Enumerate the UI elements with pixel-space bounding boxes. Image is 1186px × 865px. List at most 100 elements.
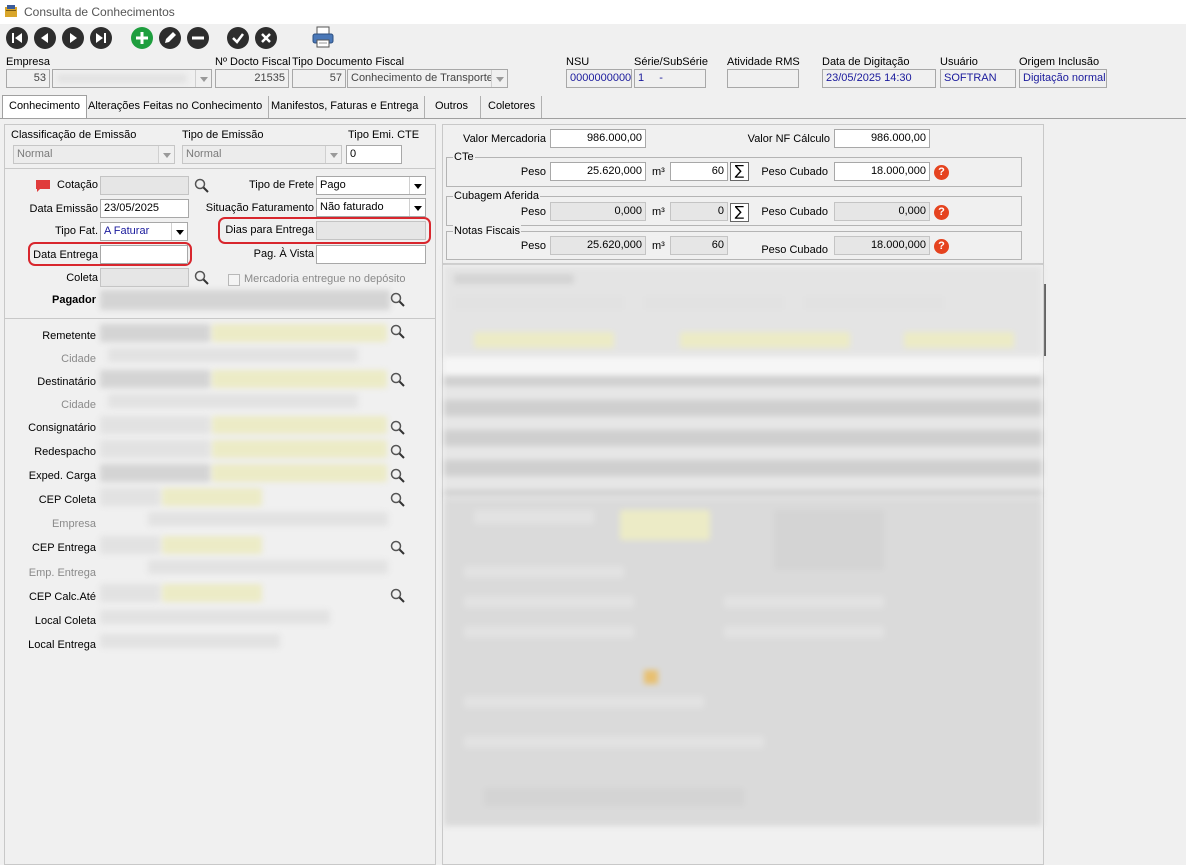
cte-m3-field[interactable]: 60 xyxy=(670,162,728,181)
comment-icon[interactable] xyxy=(36,180,50,192)
classif-label: Classificação de Emissão xyxy=(11,129,137,141)
cidade-remetente-label: Cidade xyxy=(61,353,96,365)
empresa-name-dropdown[interactable] xyxy=(52,69,212,88)
redacted-block xyxy=(100,536,160,554)
cub-peso-cubado-field[interactable]: 0,000 xyxy=(834,202,930,221)
local-coleta-label: Local Coleta xyxy=(34,615,96,627)
coleta-field[interactable] xyxy=(100,268,189,287)
consignatario-search-icon[interactable] xyxy=(390,420,406,436)
tipo-doc-dropdown[interactable]: Conhecimento de Transporte xyxy=(347,69,508,88)
delete-button[interactable] xyxy=(187,27,209,49)
nf-m3-field[interactable]: 60 xyxy=(670,236,728,255)
dias-entrega-field[interactable] xyxy=(316,221,426,240)
subserie-value: - xyxy=(659,72,663,84)
redacted-block xyxy=(620,510,710,540)
print-icon[interactable] xyxy=(311,25,335,49)
origem-field[interactable]: Digitação normal xyxy=(1019,69,1107,88)
help-icon[interactable]: ? xyxy=(934,239,949,254)
data-emissao-field[interactable]: 23/05/2025 xyxy=(100,199,189,218)
redacted-block xyxy=(804,296,944,310)
tipo-emissao-dropdown[interactable]: Normal xyxy=(182,145,342,164)
nf-peso-label: Peso xyxy=(520,240,546,252)
data-entrega-field[interactable] xyxy=(100,245,188,264)
app-icon xyxy=(4,4,18,18)
redacted-block xyxy=(212,440,387,458)
last-record-button[interactable] xyxy=(90,27,112,49)
data-digitacao-field[interactable]: 23/05/2025 14:30 xyxy=(822,69,936,88)
cep-entrega-label: CEP Entrega xyxy=(31,542,96,554)
cte-peso-cubado-label: Peso Cubado xyxy=(761,166,828,178)
serie-field[interactable]: 1 - xyxy=(634,69,706,88)
cotacao-field[interactable] xyxy=(100,176,189,195)
usuario-field[interactable]: SOFTRAN xyxy=(940,69,1016,88)
search-icon[interactable] xyxy=(194,178,210,194)
tipo-doc-code-field[interactable]: 57 xyxy=(292,69,346,88)
redacted-block xyxy=(464,696,704,708)
usuario-label: Usuário xyxy=(940,56,978,68)
tab-coletores[interactable]: Coletores xyxy=(482,96,543,118)
redespacho-search-icon[interactable] xyxy=(390,444,406,460)
tab-conhecimento[interactable]: Conhecimento xyxy=(2,95,87,118)
valor-nf-field[interactable]: 986.000,00 xyxy=(834,129,930,148)
previous-record-button[interactable] xyxy=(34,27,56,49)
cub-m3-label: m³ xyxy=(652,206,665,218)
first-record-button[interactable] xyxy=(6,27,28,49)
cte-sum-button[interactable]: ∑ xyxy=(730,162,749,181)
situacao-label: Situação Faturamento xyxy=(205,202,314,214)
tipo-emi-cte-field[interactable]: 0 xyxy=(346,145,402,164)
redespacho-label: Redespacho xyxy=(34,446,96,458)
tab-manifestos[interactable]: Manifestos, Faturas e Entrega xyxy=(265,96,426,118)
classif-dropdown[interactable]: Normal xyxy=(13,145,175,164)
tab-outros[interactable]: Outros xyxy=(426,96,481,118)
nf-peso-cubado-field[interactable]: 18.000,000 xyxy=(834,236,930,255)
remetente-search-icon[interactable] xyxy=(390,324,406,340)
cte-peso-cubado-field[interactable]: 18.000,000 xyxy=(834,162,930,181)
cancel-button[interactable] xyxy=(255,27,277,49)
search-icon[interactable] xyxy=(194,270,210,286)
num-docto-field[interactable]: 21535 xyxy=(215,69,289,88)
search-icon[interactable] xyxy=(390,292,406,308)
confirm-button[interactable] xyxy=(227,27,249,49)
valor-mercadoria-field[interactable]: 986.000,00 xyxy=(550,129,646,148)
nf-peso-field[interactable]: 25.620,000 xyxy=(550,236,646,255)
help-icon[interactable]: ? xyxy=(934,165,949,180)
cidade-destinatario-label: Cidade xyxy=(61,399,96,411)
window-title: Consulta de Conhecimentos xyxy=(24,5,175,19)
atividade-field[interactable] xyxy=(727,69,799,88)
remetente-label: Remetente xyxy=(42,330,96,342)
tab-alteracoes[interactable]: Alterações Feitas no Conhecimento xyxy=(82,96,270,118)
cub-peso-field[interactable]: 0,000 xyxy=(550,202,646,221)
situacao-dropdown[interactable]: Não faturado xyxy=(316,198,426,217)
destinatario-search-icon[interactable] xyxy=(390,372,406,388)
nf-peso-cubado-label: Peso Cubado xyxy=(761,244,828,256)
redacted-block xyxy=(100,584,160,602)
next-record-button[interactable] xyxy=(62,27,84,49)
redacted-block xyxy=(444,416,1042,430)
nsu-field[interactable]: 0000000000 xyxy=(566,69,632,88)
cep-entrega-search-icon[interactable] xyxy=(390,540,406,556)
pag-vista-field[interactable] xyxy=(316,245,426,264)
help-icon[interactable]: ? xyxy=(934,205,949,220)
redacted-block xyxy=(464,566,624,578)
cub-sum-button[interactable]: ∑ xyxy=(730,203,749,222)
cte-peso-field[interactable]: 25.620,000 xyxy=(550,162,646,181)
cubagem-group-title: Cubagem Aferida xyxy=(453,190,540,202)
classif-value: Normal xyxy=(17,148,53,160)
cep-calc-search-icon[interactable] xyxy=(390,588,406,604)
redacted-block xyxy=(100,488,160,506)
cub-m3-field[interactable]: 0 xyxy=(670,202,728,221)
redacted-block xyxy=(444,358,1042,374)
add-button[interactable] xyxy=(131,27,153,49)
tipo-fat-dropdown[interactable]: A Faturar xyxy=(100,222,188,241)
empresa-code-field[interactable]: 53 xyxy=(6,69,50,88)
origem-label: Origem Inclusão xyxy=(1019,56,1100,68)
exped-carga-search-icon[interactable] xyxy=(390,468,406,484)
edit-button[interactable] xyxy=(159,27,181,49)
redacted-block xyxy=(774,510,884,570)
redacted-block xyxy=(644,670,658,684)
chevron-down-icon xyxy=(195,70,211,87)
pag-vista-label: Pag. À Vista xyxy=(253,248,314,260)
cep-coleta-search-icon[interactable] xyxy=(390,492,406,508)
tipo-frete-dropdown[interactable]: Pago xyxy=(316,176,426,195)
merc-entregue-checkbox[interactable] xyxy=(228,274,240,286)
